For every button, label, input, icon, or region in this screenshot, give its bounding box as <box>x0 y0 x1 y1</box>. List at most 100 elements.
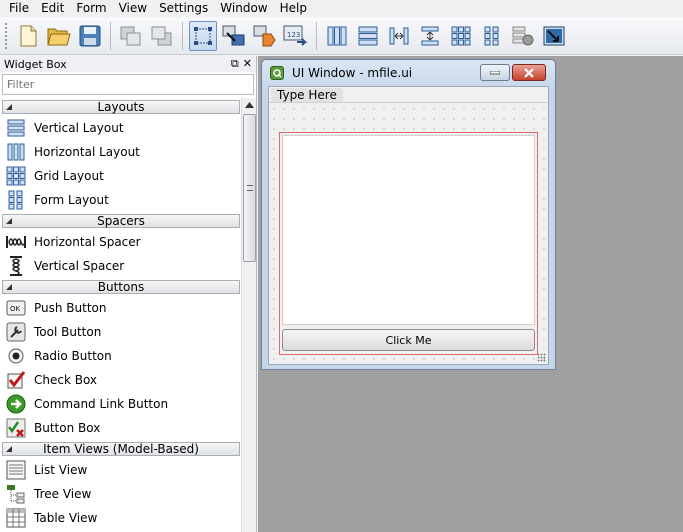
category-label: Item Views (Model-Based) <box>43 442 199 456</box>
widget-item-label: Tool Button <box>34 325 102 339</box>
category-layouts[interactable]: Layouts <box>2 100 240 114</box>
tool-button-icon <box>6 322 26 342</box>
widget-item-radio-button[interactable]: Radio Button <box>2 344 240 368</box>
widget-item-push-button[interactable]: OK Push Button <box>2 296 240 320</box>
widget-item-check-box[interactable]: Check Box <box>2 368 240 392</box>
widget-item-list-view[interactable]: List View <box>2 458 240 482</box>
lay-out-vertically-button[interactable] <box>354 21 382 51</box>
widget-item-label: Tree View <box>34 487 92 501</box>
menu-edit[interactable]: Edit <box>35 0 70 17</box>
widget-box-title: Widget Box <box>4 57 67 71</box>
svg-text:OK: OK <box>10 305 21 313</box>
layout-vertical-icon <box>358 26 378 45</box>
toolbar-grip[interactable] <box>4 21 8 50</box>
close-button[interactable] <box>512 64 546 81</box>
lay-out-horizontally-button[interactable] <box>323 21 351 51</box>
command-link-icon <box>6 394 26 414</box>
save-file-button[interactable] <box>76 21 104 51</box>
edit-buddies-button[interactable] <box>251 21 279 51</box>
edit-tab-order-button[interactable]: 123 <box>282 21 310 51</box>
splitter-vertically-button[interactable] <box>416 21 444 51</box>
widget-item-label: Table View <box>34 511 98 525</box>
toolbar-separator <box>182 21 183 50</box>
splitter-horizontal-icon <box>389 27 409 44</box>
radio-button-icon <box>8 348 24 364</box>
widget-filter-input[interactable] <box>2 74 254 95</box>
open-file-button[interactable] <box>45 21 73 51</box>
form-canvas: Type Here Click Me <box>268 86 549 365</box>
menu-view[interactable]: View <box>113 0 153 17</box>
open-folder-icon <box>47 28 71 45</box>
push-button-icon: OK <box>6 300 26 316</box>
widget-item-tree-view[interactable]: Tree View <box>2 482 240 506</box>
lay-out-in-form-button[interactable] <box>478 21 506 51</box>
type-here-menu[interactable]: Type Here <box>271 88 343 102</box>
minimize-button[interactable] <box>480 64 510 81</box>
category-item-views[interactable]: Item Views (Model-Based) <box>2 442 240 456</box>
widget-item-label: Vertical Spacer <box>34 259 125 273</box>
menu-settings[interactable]: Settings <box>153 0 214 17</box>
widget-item-vertical-layout[interactable]: Vertical Layout <box>2 116 240 140</box>
widget-item-tool-button[interactable]: Tool Button <box>2 320 240 344</box>
widget-item-label: List View <box>34 463 88 477</box>
widget-box-panel: Widget Box ⧉ ✕ Layouts Vertical Layout H… <box>0 56 257 532</box>
widget-item-command-link-button[interactable]: Command Link Button <box>2 392 240 416</box>
svg-text:123: 123 <box>287 31 300 39</box>
widget-item-table-view[interactable]: Table View <box>2 506 240 530</box>
form-grid: Click Me <box>269 104 548 364</box>
main-toolbar: 123 <box>0 17 683 55</box>
menu-window[interactable]: Window <box>214 0 273 17</box>
category-spacers[interactable]: Spacers <box>2 214 240 228</box>
widget-item-label: Grid Layout <box>34 169 104 183</box>
edit-buddies-icon <box>253 25 276 46</box>
send-back-icon <box>120 26 141 45</box>
menu-form[interactable]: Form <box>70 0 112 17</box>
menu-help[interactable]: Help <box>274 0 313 17</box>
widget-item-horizontal-layout[interactable]: Horizontal Layout <box>2 140 240 164</box>
category-label: Buttons <box>97 280 145 294</box>
button-box-icon <box>6 418 26 438</box>
float-dock-icon[interactable]: ⧉ <box>231 57 239 71</box>
text-area-widget[interactable] <box>282 135 535 325</box>
scroll-grip-icon <box>247 185 253 191</box>
close-dock-icon[interactable]: ✕ <box>243 57 252 71</box>
scroll-up-icon[interactable] <box>243 98 256 112</box>
menu-file[interactable]: File <box>3 0 35 17</box>
layout-form-icon <box>484 26 499 45</box>
form-layout-icon <box>8 190 23 210</box>
widget-item-grid-layout[interactable]: Grid Layout <box>2 164 240 188</box>
widget-item-horizontal-spacer[interactable]: Horizontal Spacer <box>2 230 240 254</box>
tree-view-icon <box>7 485 25 504</box>
splitter-horizontally-button[interactable] <box>385 21 413 51</box>
edit-widgets-button[interactable] <box>189 20 217 51</box>
adjust-size-button[interactable] <box>540 21 568 51</box>
new-file-icon <box>20 25 37 46</box>
widget-item-form-layout[interactable]: Form Layout <box>2 188 240 212</box>
edit-signals-icon <box>222 25 245 45</box>
category-buttons[interactable]: Buttons <box>2 280 240 294</box>
new-file-button[interactable] <box>14 21 42 51</box>
form-window[interactable]: UI Window - mfile.ui Type Here Click Me <box>261 59 556 370</box>
table-view-icon <box>6 508 26 528</box>
minimize-icon <box>490 70 500 74</box>
send-to-back-button[interactable] <box>117 21 145 51</box>
widget-item-button-box[interactable]: Button Box <box>2 416 240 440</box>
check-box-icon <box>7 371 26 389</box>
scrollbar-thumb[interactable] <box>243 114 256 262</box>
break-layout-icon <box>512 26 534 45</box>
widget-item-label: Horizontal Layout <box>34 145 140 159</box>
splitter-vertical-icon <box>421 26 439 45</box>
widget-item-label: Radio Button <box>34 349 112 363</box>
break-layout-button[interactable] <box>509 21 537 51</box>
widget-box-scrollbar[interactable] <box>241 98 256 532</box>
lay-out-in-grid-button[interactable] <box>447 21 475 51</box>
click-me-button[interactable]: Click Me <box>282 329 535 351</box>
edit-signals-button[interactable] <box>220 21 248 51</box>
widget-item-label: Button Box <box>34 421 101 435</box>
resize-grip-icon[interactable] <box>537 353 546 362</box>
bring-to-front-button[interactable] <box>148 21 176 51</box>
widget-item-vertical-spacer[interactable]: Vertical Spacer <box>2 254 240 278</box>
vertical-layout-frame[interactable]: Click Me <box>279 132 538 355</box>
qt-designer-icon <box>270 66 284 80</box>
collapse-triangle-icon <box>6 218 12 224</box>
